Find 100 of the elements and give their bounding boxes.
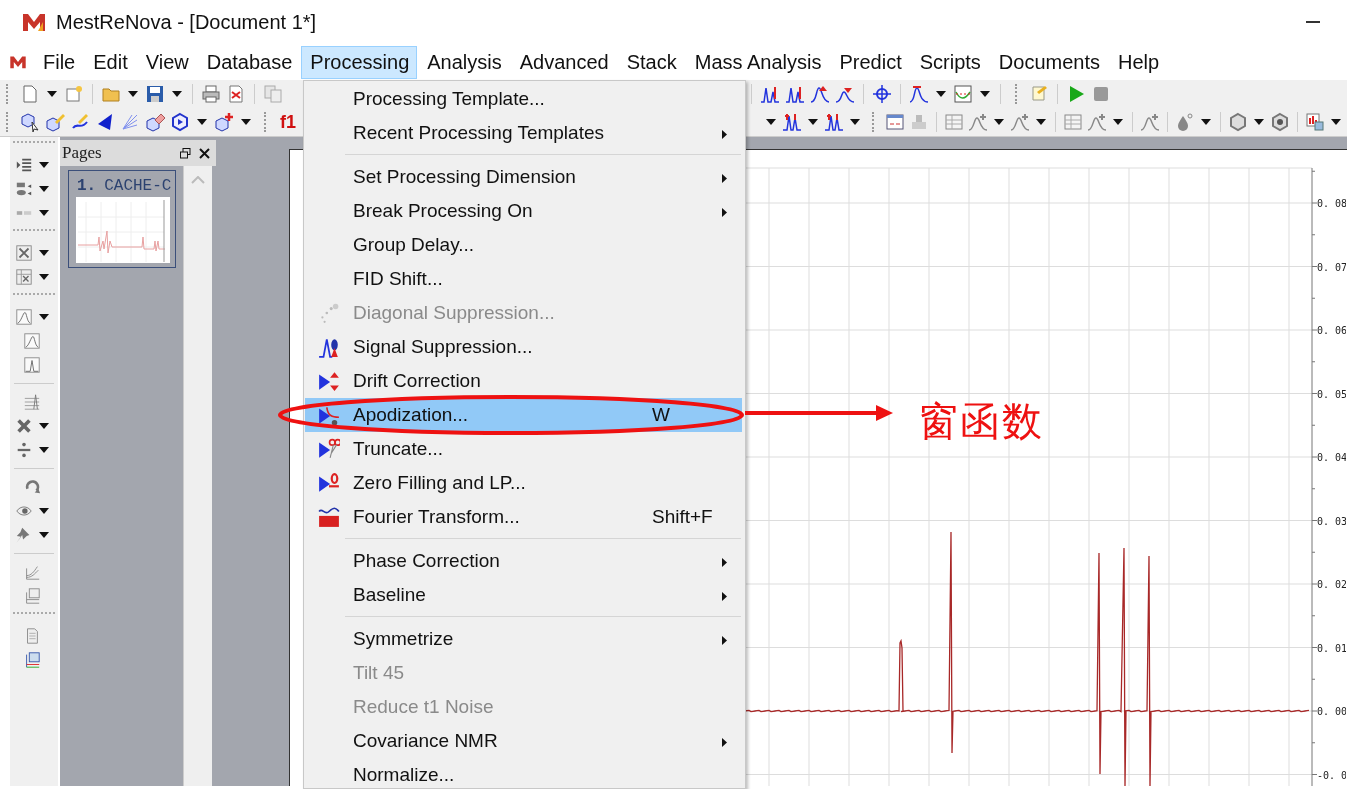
menu-entry[interactable]: Baseline — [305, 578, 742, 612]
dropdown-caret-icon[interactable] — [39, 210, 49, 216]
page-thumbnail[interactable]: 1. CACHE-C — [68, 170, 176, 268]
peak-plus-icon[interactable] — [968, 112, 988, 132]
menu-entry[interactable]: Signal Suppression... — [305, 330, 742, 364]
peak-plus-icon[interactable] — [1140, 112, 1160, 132]
dropdown-caret-icon[interactable] — [936, 91, 946, 97]
dropdown-caret-icon[interactable] — [980, 91, 990, 97]
dropdown-caret-icon[interactable] — [808, 119, 818, 125]
menu-item[interactable]: Predict — [830, 45, 910, 79]
menu-entry[interactable]: Fourier Transform... Shift+F — [305, 500, 742, 534]
peak-cursor-icon[interactable] — [909, 84, 929, 104]
frame-cross-icon[interactable] — [15, 244, 33, 262]
peaks-star-icon[interactable] — [782, 112, 802, 132]
menu-item[interactable]: Advanced — [510, 45, 617, 79]
menu-entry[interactable]: Covariance NMR — [305, 724, 742, 758]
hexagon-cursor-icon[interactable] — [20, 112, 40, 132]
drop-percent-icon[interactable] — [1175, 112, 1195, 132]
hexagon-plus-icon[interactable] — [214, 112, 234, 132]
peaks-icon[interactable] — [760, 84, 780, 104]
menu-entry[interactable]: Normalize... — [305, 758, 742, 788]
menu-item[interactable]: View — [136, 45, 197, 79]
page-star-icon[interactable] — [64, 84, 84, 104]
menu-item[interactable]: Documents — [989, 45, 1108, 79]
dropdown-caret-icon[interactable] — [1254, 119, 1264, 125]
menu-entry[interactable]: Phase Correction — [305, 544, 742, 578]
menu-entry[interactable]: FID Shift... — [305, 262, 742, 296]
hexagon-icon[interactable] — [1228, 112, 1248, 132]
dropdown-caret-icon[interactable] — [39, 250, 49, 256]
menu-entry[interactable]: Drift Correction — [305, 364, 742, 398]
axis-tick-label: 0. 00 — [1317, 706, 1346, 717]
dropdown-caret-icon[interactable] — [39, 186, 49, 192]
dropdown-caret-icon[interactable] — [197, 119, 207, 125]
dropdown-caret-icon[interactable] — [39, 532, 49, 538]
close-icon[interactable] — [199, 147, 210, 159]
chart-curve-icon[interactable] — [953, 84, 973, 104]
chart-icon[interactable] — [15, 308, 33, 326]
dropdown-caret-icon[interactable] — [39, 274, 49, 280]
dropdown-caret-icon[interactable] — [1201, 119, 1211, 125]
hexagon-pencil-icon[interactable] — [45, 112, 65, 132]
dropdown-caret-icon[interactable] — [850, 119, 860, 125]
menu-entry[interactable]: Processing Template... — [305, 82, 742, 116]
dropdown-caret-icon[interactable] — [39, 508, 49, 514]
menu-item[interactable]: Mass Analysis — [685, 45, 830, 79]
printer-icon[interactable] — [201, 84, 221, 104]
dropdown-caret-icon[interactable] — [39, 162, 49, 168]
menu-item[interactable]: Stack — [617, 45, 685, 79]
dropdown-caret-icon[interactable] — [39, 447, 49, 453]
eraser-icon[interactable] — [145, 112, 165, 132]
menu-item[interactable]: File — [34, 45, 84, 79]
dimension-button[interactable]: f1 — [278, 111, 298, 133]
menu-entry[interactable]: Truncate... — [305, 432, 742, 466]
peaks-star-icon[interactable] — [824, 112, 844, 132]
axis-tick-label: 0. 01 — [1317, 642, 1346, 654]
menu-item[interactable]: Scripts — [910, 45, 989, 79]
menu-entry[interactable]: Break Processing On — [305, 194, 742, 228]
list-indent-icon[interactable] — [15, 156, 33, 174]
rotate-arrows-icon[interactable] — [23, 478, 41, 496]
dropdown-caret-icon[interactable] — [128, 91, 138, 97]
table-chart-icon[interactable] — [1305, 112, 1325, 132]
multiply-icon[interactable] — [15, 417, 33, 435]
dropdown-caret-icon[interactable] — [39, 314, 49, 320]
menu-entry[interactable]: Recent Processing Templates — [305, 116, 742, 150]
menu-item[interactable]: Processing — [301, 45, 418, 79]
colored-table-icon[interactable] — [23, 651, 41, 669]
save-icon[interactable] — [145, 84, 165, 104]
dropdown-caret-icon[interactable] — [994, 119, 1004, 125]
dropdown-caret-icon[interactable] — [1036, 119, 1046, 125]
dropdown-caret-icon[interactable] — [39, 423, 49, 429]
menu-item[interactable]: Analysis — [418, 45, 510, 79]
window-icon[interactable] — [885, 112, 905, 132]
peak-frame-icon[interactable] — [23, 356, 41, 374]
menu-item[interactable]: Edit — [84, 45, 136, 79]
eye-hexagon-icon[interactable] — [1270, 112, 1290, 132]
menu-entry[interactable]: Group Delay... — [305, 228, 742, 262]
dropdown-caret-icon[interactable] — [1331, 119, 1341, 125]
stacked-spectra-icon[interactable] — [23, 393, 41, 411]
fan-lines-icon[interactable] — [120, 112, 140, 132]
menu-item[interactable]: Database — [197, 45, 301, 79]
peak-plus-icon[interactable] — [1010, 112, 1030, 132]
peak-plus-icon[interactable] — [1087, 112, 1107, 132]
hexagon-icon[interactable] — [170, 112, 190, 132]
grid-cross-icon[interactable] — [15, 268, 33, 286]
divide-icon[interactable] — [15, 441, 33, 459]
crosshair-icon[interactable] — [872, 84, 892, 104]
float-icon[interactable] — [180, 147, 191, 159]
dropdown-caret-icon[interactable] — [47, 91, 57, 97]
dropdown-caret-icon[interactable] — [172, 91, 182, 97]
peaks-icon[interactable] — [785, 84, 805, 104]
axis-tick-label: 0. 03 — [1317, 515, 1346, 527]
menu-entry[interactable]: Set Processing Dimension — [305, 160, 742, 194]
menu-entry[interactable]: Zero Filling and LP... — [305, 466, 742, 500]
menu-item[interactable]: Help — [1109, 45, 1168, 79]
menu-entry[interactable]: Symmetrize — [305, 622, 742, 656]
peak-arrow-icon[interactable] — [810, 84, 830, 104]
dropdown-caret-icon[interactable] — [241, 119, 251, 125]
dropdown-caret-icon[interactable] — [1113, 119, 1123, 125]
dropdown-caret-icon[interactable] — [766, 119, 776, 125]
shapes-icon[interactable] — [15, 180, 33, 198]
chart-icon[interactable] — [23, 332, 41, 350]
